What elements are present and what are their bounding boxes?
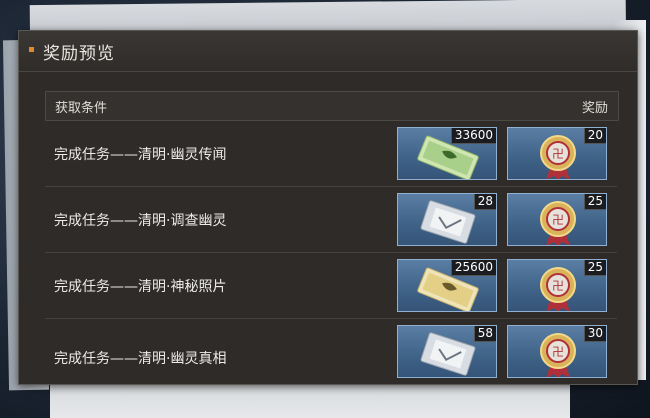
reward-preview-panel: 奖励预览 获取条件 奖励 完成任务——清明·幽灵传闻 33600 卍 20 完成… xyxy=(18,30,638,385)
reward-count: 25600 xyxy=(450,260,496,276)
svg-text:卍: 卍 xyxy=(552,345,564,359)
svg-text:卍: 卍 xyxy=(552,279,564,293)
reward-item-card-pack[interactable]: 58 xyxy=(397,325,497,378)
reward-item-medal[interactable]: 卍 25 xyxy=(507,259,607,312)
task-row: 完成任务——清明·幽灵传闻 33600 卍 20 xyxy=(45,120,617,187)
header-reward: 奖励 xyxy=(581,101,608,116)
svg-text:卍: 卍 xyxy=(552,147,564,161)
table-header: 获取条件 奖励 xyxy=(45,91,619,121)
reward-item-card-pack[interactable]: 28 xyxy=(397,193,497,246)
reward-count: 30 xyxy=(583,326,606,342)
task-label: 完成任务——清明·调查幽灵 xyxy=(54,213,227,229)
reward-item-ticket[interactable]: 33600 xyxy=(397,127,497,180)
task-label: 完成任务——清明·幽灵传闻 xyxy=(54,147,227,163)
reward-count: 20 xyxy=(583,128,606,144)
task-label: 完成任务——清明·神秘照片 xyxy=(54,279,227,295)
reward-count: 58 xyxy=(473,326,496,342)
reward-count: 25 xyxy=(583,194,606,210)
title-bar: 奖励预览 xyxy=(19,31,637,72)
task-label: 完成任务——清明·幽灵真相 xyxy=(54,351,227,367)
task-row: 完成任务——清明·调查幽灵 28 卍 25 xyxy=(45,186,617,253)
header-condition: 获取条件 xyxy=(55,101,108,116)
reward-count: 28 xyxy=(473,194,496,210)
reward-item-medal[interactable]: 卍 20 xyxy=(507,127,607,180)
reward-item-medal[interactable]: 卍 30 xyxy=(507,325,607,378)
reward-item-medal[interactable]: 卍 25 xyxy=(507,193,607,246)
task-row: 完成任务——清明·幽灵真相 58 卍 30 xyxy=(45,318,617,384)
reward-count: 33600 xyxy=(450,128,496,144)
reward-count: 25 xyxy=(583,260,606,276)
reward-item-ticket[interactable]: 25600 xyxy=(397,259,497,312)
title-marker-icon xyxy=(29,47,34,52)
svg-text:卍: 卍 xyxy=(552,213,564,227)
panel-title: 奖励预览 xyxy=(43,44,115,64)
task-row: 完成任务——清明·神秘照片 25600 卍 25 xyxy=(45,252,617,319)
